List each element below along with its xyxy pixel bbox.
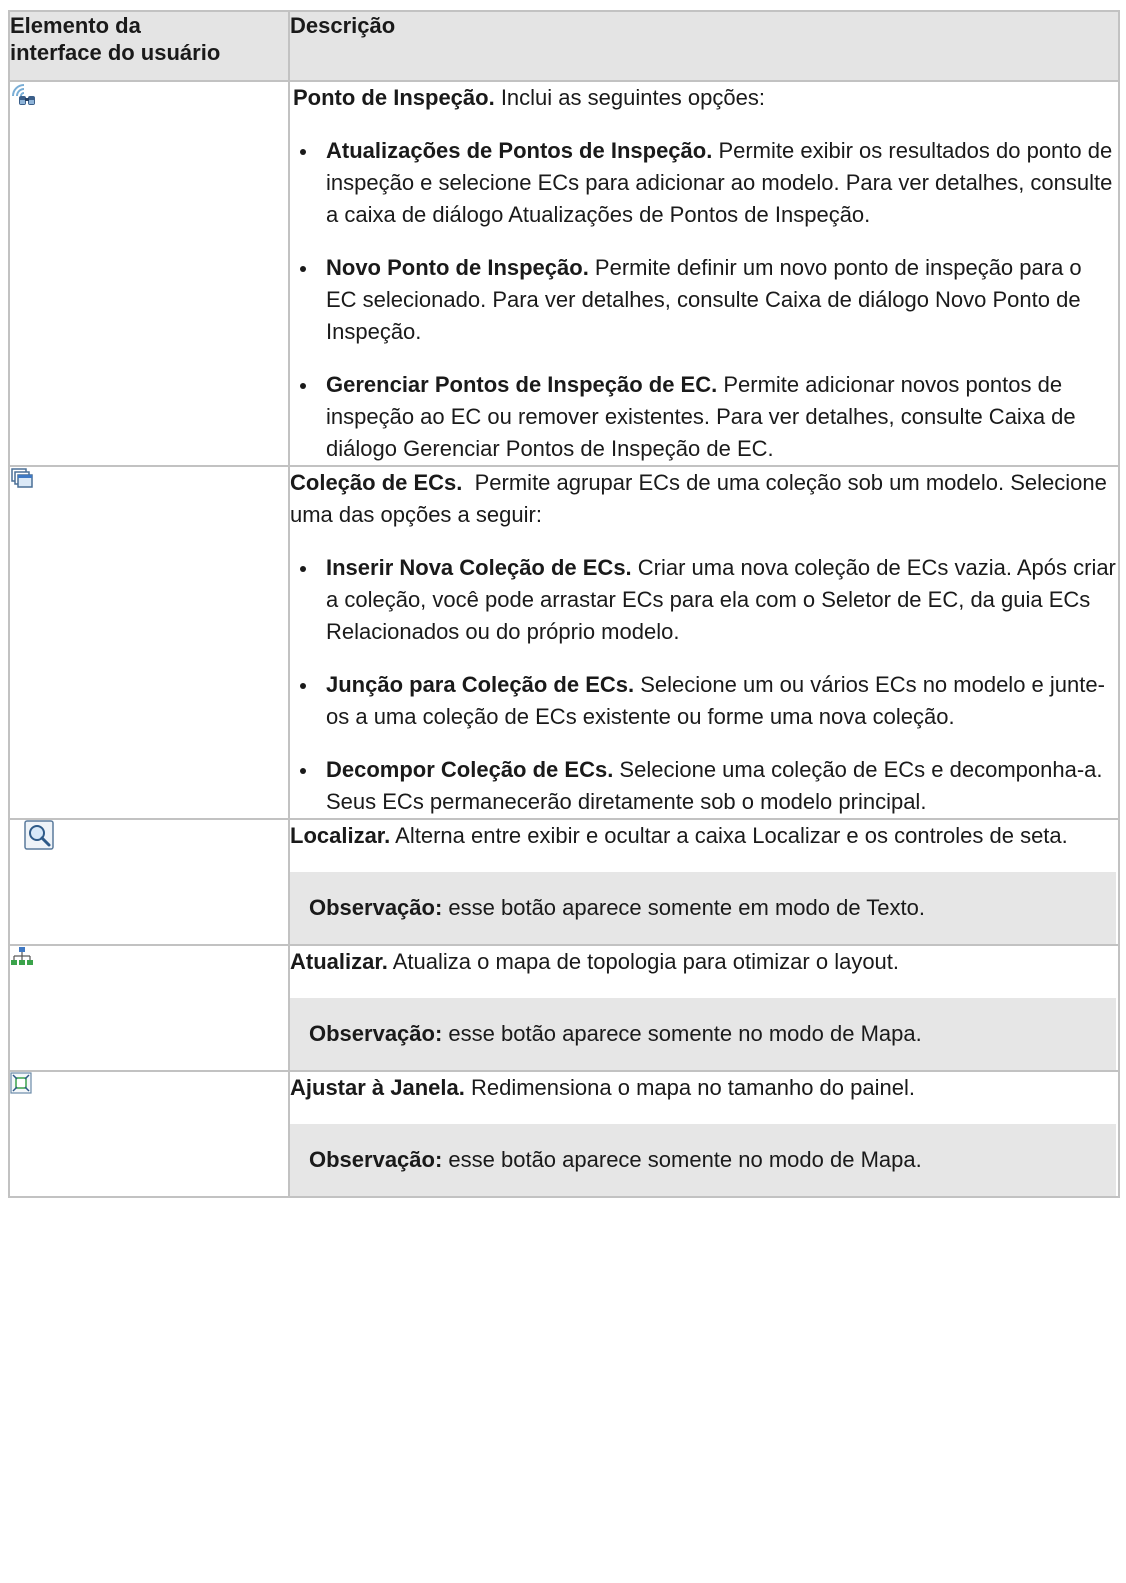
header-ui-element-line1: Elemento da bbox=[10, 13, 141, 38]
item-title: Ponto de Inspeção. bbox=[293, 85, 495, 110]
fit-to-window-icon bbox=[10, 1072, 32, 1094]
icon-cell bbox=[8, 818, 290, 946]
note-text: esse botão aparece somente no modo de Ma… bbox=[442, 1147, 922, 1172]
note-text: esse botão aparece somente em modo de Te… bbox=[442, 895, 925, 920]
item-text: Redimensiona o mapa no tamanho do painel… bbox=[464, 1075, 915, 1100]
topology-layout-icon bbox=[10, 946, 33, 968]
list-item: Gerenciar Pontos de Inspeção de EC. Perm… bbox=[290, 369, 1118, 465]
ui-elements-table: Elemento da interface do usuário Descriçã… bbox=[8, 10, 1120, 1198]
table-row: Coleção de ECs. Permite agrupar ECs de u… bbox=[8, 465, 1120, 820]
description-cell: Ponto de Inspeção. Inclui as seguintes o… bbox=[288, 80, 1120, 467]
list-item: Junção para Coleção de ECs. Selecione um… bbox=[290, 669, 1118, 733]
icon-cell bbox=[8, 80, 290, 467]
table-row: Atualizar. Atualiza o mapa de topologia … bbox=[8, 944, 1120, 1072]
item-text: Alterna entre exibir e ocultar a caixa L… bbox=[390, 823, 1068, 848]
option-list: Inserir Nova Coleção de ECs. Criar uma n… bbox=[290, 552, 1118, 818]
item-title: Localizar. bbox=[290, 823, 391, 848]
table-row: Ponto de Inspeção. Inclui as seguintes o… bbox=[8, 80, 1120, 467]
item-text: Inclui as seguintes opções: bbox=[494, 85, 765, 110]
note-label: Observação: bbox=[309, 1021, 443, 1046]
icon-cell bbox=[8, 1070, 290, 1198]
table-row: Ajustar à Janela. Redimensiona o mapa no… bbox=[8, 1070, 1120, 1198]
list-item: Novo Ponto de Inspeção. Permite definir … bbox=[290, 252, 1118, 348]
list-item: Decompor Coleção de ECs. Selecione uma c… bbox=[290, 754, 1118, 818]
description-cell: Localizar. Alterna entre exibir e oculta… bbox=[288, 818, 1120, 946]
header-ui-element-line2: interface do usuário bbox=[10, 40, 221, 65]
list-item: Inserir Nova Coleção de ECs. Criar uma n… bbox=[290, 552, 1118, 648]
description-cell: Atualizar. Atualiza o mapa de topologia … bbox=[288, 944, 1120, 1072]
option-title: Inserir Nova Coleção de ECs. bbox=[326, 555, 632, 580]
note-box: Observação: esse botão aparece somente e… bbox=[290, 872, 1116, 944]
option-title: Atualizações de Pontos de Inspeção. bbox=[326, 138, 713, 163]
icon-cell bbox=[8, 944, 290, 1072]
description-cell: Coleção de ECs. Permite agrupar ECs de u… bbox=[288, 465, 1120, 820]
note-box: Observação: esse botão aparece somente n… bbox=[290, 998, 1116, 1070]
note-box: Observação: esse botão aparece somente n… bbox=[290, 1124, 1116, 1196]
checkpoint-binoculars-icon bbox=[10, 82, 35, 105]
header-description: Descrição bbox=[288, 10, 1120, 82]
list-item: Atualizações de Pontos de Inspeção. Perm… bbox=[290, 135, 1118, 231]
header-ui-element: Elemento da interface do usuário bbox=[8, 10, 290, 82]
note-label: Observação: bbox=[309, 1147, 443, 1172]
option-title: Decompor Coleção de ECs. bbox=[326, 757, 614, 782]
option-list: Atualizações de Pontos de Inspeção. Perm… bbox=[290, 135, 1118, 465]
option-title: Novo Ponto de Inspeção. bbox=[326, 255, 589, 280]
option-title: Gerenciar Pontos de Inspeção de EC. bbox=[326, 372, 718, 397]
table-header-row: Elemento da interface do usuário Descriçã… bbox=[8, 10, 1120, 82]
icon-cell bbox=[8, 465, 290, 820]
item-title: Coleção de ECs. bbox=[290, 470, 463, 495]
note-text: esse botão aparece somente no modo de Ma… bbox=[442, 1021, 922, 1046]
table-row: Localizar. Alterna entre exibir e oculta… bbox=[8, 818, 1120, 946]
item-title: Ajustar à Janela. bbox=[290, 1075, 465, 1100]
item-title: Atualizar. bbox=[290, 949, 388, 974]
ci-collection-icon bbox=[10, 467, 33, 489]
description-cell: Ajustar à Janela. Redimensiona o mapa no… bbox=[288, 1070, 1120, 1198]
item-text: Atualiza o mapa de topologia para otimiz… bbox=[387, 949, 900, 974]
find-magnifier-icon bbox=[24, 820, 54, 850]
option-title: Junção para Coleção de ECs. bbox=[326, 672, 635, 697]
note-label: Observação: bbox=[309, 895, 443, 920]
